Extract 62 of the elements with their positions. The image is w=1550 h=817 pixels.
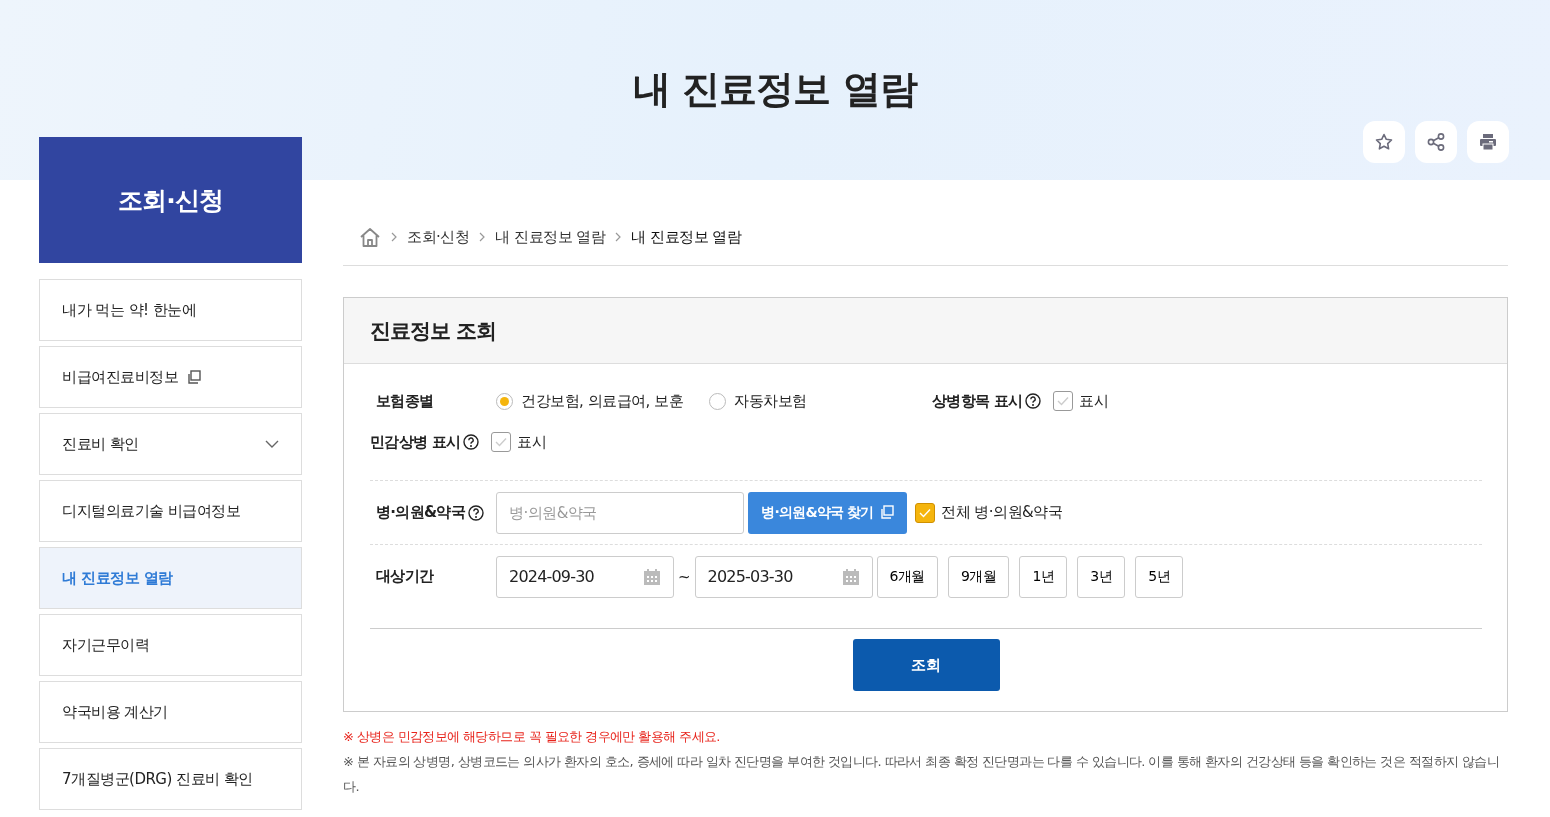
calendar-icon xyxy=(841,568,860,585)
check-icon xyxy=(919,507,931,518)
checkbox-label: 표시 xyxy=(517,432,547,452)
field-label: 민감상병 표시 xyxy=(370,432,461,452)
home-icon xyxy=(359,227,381,247)
breadcrumb-current: 내 진료정보 열람 xyxy=(631,227,742,247)
calendar-icon xyxy=(643,568,661,585)
star-button[interactable] xyxy=(1363,121,1405,163)
field-label: 보험종별 xyxy=(376,391,434,411)
period-button[interactable]: 5년 xyxy=(1135,555,1184,598)
notice-text: ※ 본 자료의 상병명, 상병코드는 의사가 환자의 호소, 증세에 따라 일차 진단명을 부여한 것입니다. 따라서 최종 확정 진단명과는 다를 수 있습니다. 이를 통해 환자의 건강상태 등을 확인하는 것은 적절하지 않습니다. xyxy=(343,753,1501,796)
chevron-down-icon xyxy=(265,440,279,448)
sidebar-item[interactable]: 약국비용 계산기 xyxy=(39,681,302,743)
sidebar-item[interactable]: 내가 먹는 약! 한눈에 xyxy=(39,279,302,341)
breadcrumb-link[interactable]: 내 진료정보 열람 xyxy=(495,227,606,247)
breadcrumb-link[interactable]: 조회·신청 xyxy=(407,227,470,247)
checkbox[interactable] xyxy=(1053,391,1074,411)
sidebar-item[interactable]: 진료비 확인 xyxy=(39,413,302,475)
printer-icon xyxy=(1479,133,1497,151)
sidebar-item[interactable]: 디지털의료기술 비급여정보 xyxy=(39,480,302,542)
share-button[interactable] xyxy=(1415,121,1457,163)
field-label: 상병항목 표시 xyxy=(932,391,1023,411)
chevron-right-icon xyxy=(391,232,397,242)
check-icon xyxy=(1057,396,1070,406)
sidebar-item[interactable]: 7개질병군(DRG) 진료비 확인 xyxy=(39,748,302,810)
sidebar-title: 조회·신청 xyxy=(39,137,302,263)
print-button[interactable] xyxy=(1467,121,1509,163)
share-icon xyxy=(1427,133,1445,151)
star-icon xyxy=(1375,133,1393,151)
sidebar-item[interactable]: 내 진료정보 열람 xyxy=(39,547,302,609)
option-label: 자동차보험 xyxy=(734,391,807,411)
date-field[interactable]: 2024-09-30 xyxy=(496,555,674,598)
sidebar-item[interactable]: 비급여진료비정보 xyxy=(39,346,302,408)
period-button[interactable]: 1년 xyxy=(1019,555,1068,598)
sidebar-item[interactable]: 자기근무이력 xyxy=(39,614,302,676)
date-field[interactable]: 2025-03-30 xyxy=(694,555,873,598)
search-field[interactable]: 병·의원&약국 xyxy=(496,491,744,534)
chevron-right-icon xyxy=(479,232,486,242)
field-label: 대상기간 xyxy=(376,567,434,586)
notice-text: ※ 상병은 민감정보에 해당하므로 꼭 필요한 경우에만 활용해 주세요. xyxy=(343,728,721,746)
period-button[interactable]: 3년 xyxy=(1077,555,1126,598)
page-title: 내 진료정보 열람 xyxy=(633,66,917,113)
find-button[interactable]: 병·의원&약국 찾기 xyxy=(748,491,907,534)
help-icon xyxy=(1025,393,1042,409)
option-label: 건강보험, 의료급여, 보훈 xyxy=(521,391,684,411)
checkbox-label: 표시 xyxy=(1079,391,1109,411)
checkbox-label: 전체 병·의원&약국 xyxy=(941,503,1063,522)
help-icon xyxy=(467,504,484,521)
range-separator: ~ xyxy=(678,567,691,586)
chevron-right-icon xyxy=(615,232,622,242)
period-button[interactable]: 9개월 xyxy=(948,555,1010,598)
new-window-icon xyxy=(878,505,894,520)
search-button[interactable]: 조회 xyxy=(852,639,1000,691)
checkbox[interactable] xyxy=(915,502,935,523)
new-window-icon xyxy=(186,369,201,385)
check-icon xyxy=(495,437,508,447)
panel-title: 진료정보 조회 xyxy=(344,298,1507,364)
period-button[interactable]: 6개월 xyxy=(876,555,938,598)
home-link[interactable] xyxy=(359,227,381,247)
field-label: 병·의원&약국 xyxy=(376,503,465,522)
help-icon xyxy=(463,434,480,450)
checkbox[interactable] xyxy=(491,432,512,452)
